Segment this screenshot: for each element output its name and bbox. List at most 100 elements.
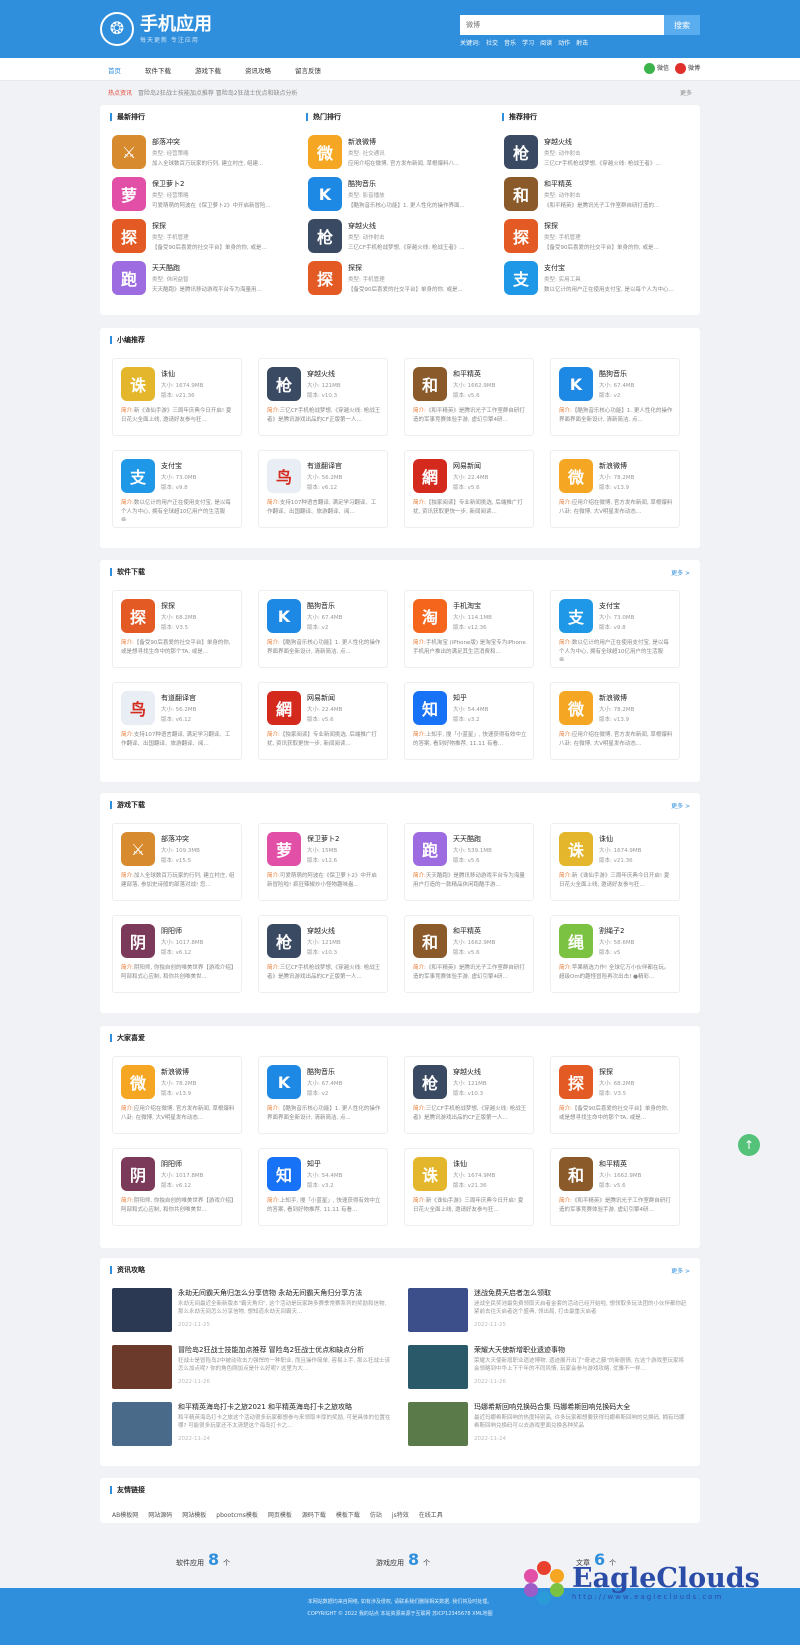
app-version: 版本: v5.6	[599, 1183, 626, 1189]
editor-picks-card: 小编推荐诛诛仙 大小: 1674.9MB 版本: v21.36 简介:新《诛仙手游》三…	[100, 328, 700, 548]
friend-link[interactable]: AB模板网	[112, 1510, 138, 1519]
ranking-item[interactable]: 支支付宝 类型: 实用工具 数以亿计的用户正在使用支付宝, 是以每个人为中心...	[504, 261, 686, 297]
friend-link[interactable]: 网页模板	[268, 1510, 292, 1519]
app-description-text: 加入全球数百万玩家的行列, 建立村庄, 组建部落, 参加史诗般的部落对战! 您.…	[121, 873, 235, 888]
app-card[interactable]: 跑天天酷跑 大小: 539.1MB 版本: v5.6 简介:天天酷跑》是腾讯移动游戏平…	[404, 823, 534, 901]
intro-label: 简介:	[121, 1198, 134, 1204]
news-title: 永劫无间霸天角归怎么分享信物 永劫无间霸天角归分享方法	[178, 1289, 363, 1297]
nav-item-software[interactable]: 软件下载	[145, 65, 171, 75]
friend-link[interactable]: 模板下载	[336, 1510, 360, 1519]
flame-logo-icon: ❂	[100, 12, 134, 46]
app-size: 大小: 539.1MB	[453, 848, 492, 854]
app-card[interactable]: 枪穿越火线 大小: 121MB 版本: v10.3 简介:三亿CF手机枪战梦想,《穿越…	[258, 358, 388, 436]
app-card[interactable]: 知知乎 大小: 54.4MB 版本: v3.2 简介:上知乎, 搜「小蓝星」, 快速获…	[404, 682, 534, 760]
app-card[interactable]: 和和平精英 大小: 1662.9MB 版本: v5.6 简介:《和平精英》是腾讯光子工…	[550, 1148, 680, 1226]
app-card[interactable]: 微新浪微博 大小: 78.2MB 版本: v13.9 简介:应用介绍在微博, 官方发布…	[112, 1056, 242, 1134]
friend-link[interactable]: pbootcms模板	[216, 1510, 258, 1519]
app-description-text: 三亿CF手机枪战梦想,《穿越火线: 枪战王者》是腾讯游戏出品的CF正版第一人..…	[267, 408, 381, 423]
app-card[interactable]: 知知乎 大小: 54.4MB 版本: v3.2 简介:上知乎, 搜「小蓝星」, 快速获…	[258, 1148, 388, 1226]
more-link[interactable]: 更多 >	[671, 568, 690, 577]
app-card[interactable]: 鸟有道翻译官 大小: 56.2MB 版本: v6.12 简介:支持107种语言翻译, …	[258, 450, 388, 528]
app-card[interactable]: 阴阴阳师 大小: 1017.8MB 版本: v6.12 简介:阴阳师, 你独自创的唯美…	[112, 1148, 242, 1226]
search-button[interactable]: 搜索	[664, 15, 700, 35]
more-link[interactable]: 更多 >	[671, 801, 690, 810]
app-card[interactable]: 诛诛仙 大小: 1674.9MB 版本: v21.36 简介:新《诛仙手游》三周年庆典…	[112, 358, 242, 436]
ranking-item[interactable]: 枪穿越火线 类型: 动作射击 三亿CF手机枪战梦想,《穿越火线: 枪战王者》...	[308, 219, 490, 255]
stat-unit: 个	[423, 1558, 431, 1567]
wechat-share[interactable]: 微信	[643, 63, 669, 74]
app-card[interactable]: 诛诛仙 大小: 1674.9MB 版本: v21.36 简介:新《诛仙手游》三周年庆典…	[404, 1148, 534, 1226]
app-card[interactable]: 支支付宝 大小: 73.0MB 版本: v9.8 简介:数以亿计的用户正在使用支付宝,…	[112, 450, 242, 528]
ranking-item[interactable]: 跑天天酷跑 类型: 休闲益智 天天酷跑》是腾讯移动游戏平台专为海量用...	[112, 261, 294, 297]
ranking-item[interactable]: 探探探 类型: 手机管理 【备受90后喜爱的社交平台】单身的你, 或是...	[504, 219, 686, 255]
app-icon: 和	[559, 1157, 593, 1191]
friend-link[interactable]: 仿站	[370, 1510, 382, 1519]
nav-item-home[interactable]: 首页	[108, 65, 121, 75]
friend-link[interactable]: 源码下载	[302, 1510, 326, 1519]
friend-link[interactable]: js特效	[392, 1510, 409, 1519]
app-card[interactable]: 绳割绳子2 大小: 58.6MB 版本: v5 简介:苹果精选力作! 全球亿万小伙伴都…	[550, 915, 680, 993]
app-card[interactable]: 網网易新闻 大小: 22.4MB 版本: v5.6 简介:【独家阅读】专业新闻挑选, …	[258, 682, 388, 760]
friend-link[interactable]: 在线工具	[419, 1510, 443, 1519]
ticker-more-link[interactable]: 更多	[680, 88, 692, 97]
ranking-item[interactable]: K 酷狗音乐 类型: 影音播放 【酷狗音乐核心功能】1. 更人性化的操作界面...	[308, 177, 490, 213]
ranking-item[interactable]: ⚔ 部落冲突 类型: 经营策略 加入全球数百万玩家的行列, 建立村庄, 组建...	[112, 135, 294, 171]
app-icon: 支	[559, 599, 593, 633]
ranking-item[interactable]: 枪穿越火线 类型: 动作射击 三亿CF手机枪战梦想,《穿越火线: 枪战王者》...	[504, 135, 686, 171]
ranking-item[interactable]: 微新浪微博 类型: 社交通讯 应用介绍在微博, 官方发布新闻, 草根爆料八...	[308, 135, 490, 171]
friend-link[interactable]: 网站源码	[148, 1510, 172, 1519]
keyword-link[interactable]: 音乐	[504, 38, 516, 47]
app-card[interactable]: 探探探 大小: 68.2MB 版本: V3.5 简介:【备受90后喜爱的社交平台】单身…	[550, 1056, 680, 1134]
app-card[interactable]: K 酷狗音乐 大小: 67.4MB 版本: v2 简介:【酷狗音乐核心功能】1. 更人性…	[258, 590, 388, 668]
ranking-item[interactable]: 萝保卫萝卜2 类型: 经营策略 可爱萌萌的阿波在《保卫萝卜2》中开启新冒险...	[112, 177, 294, 213]
app-card[interactable]: 支支付宝 大小: 73.0MB 版本: v9.8 简介:数以亿计的用户正在使用支付宝,…	[550, 590, 680, 668]
app-card[interactable]: K 酷狗音乐 大小: 67.4MB 版本: v2 简介:【酷狗音乐核心功能】1. 更人性…	[550, 358, 680, 436]
app-card[interactable]: 和和平精英 大小: 1662.9MB 版本: v5.6 简介:《和平精英》是腾讯光子工…	[404, 915, 534, 993]
app-card[interactable]: K 酷狗音乐 大小: 67.4MB 版本: v2 简介:【酷狗音乐核心功能】1. 更人性…	[258, 1056, 388, 1134]
ranking-item[interactable]: 探探探 类型: 手机管理 【备受90后喜爱的社交平台】单身的你, 或是...	[308, 261, 490, 297]
search-input[interactable]	[460, 15, 664, 35]
ticker-text[interactable]: 冒险岛2狂战士技能加点推荐 冒险岛2狂战士优点和缺点分析	[138, 88, 298, 97]
app-card[interactable]: 微新浪微博 大小: 78.2MB 版本: v13.9 简介:应用介绍在微博, 官方发布…	[550, 682, 680, 760]
weibo-share[interactable]: 微博	[674, 63, 700, 74]
ranking-item[interactable]: 和和平精英 类型: 动作射击 《和平精英》是腾讯光子工作室群自研打造的...	[504, 177, 686, 213]
app-version: 版本: v5.6	[453, 858, 480, 864]
news-item[interactable]: 玛娜希斯回响兑换码合集 玛娜希斯回响兑换码大全 最近玛娜希斯回响的热度特别高, 许…	[408, 1402, 688, 1448]
app-version: 版本: v6.12	[307, 485, 338, 491]
app-description-text: 新《诛仙手游》三周年庆典今日开启! 夏日花火全面上线, 邀请好友参与狂...	[121, 408, 232, 423]
app-card[interactable]: ⚔ 部落冲突 大小: 109.3MB 版本: v15.5 简介:加入全球数百万玩家的行列…	[112, 823, 242, 901]
app-card[interactable]: 網网易新闻 大小: 22.4MB 版本: v5.6 简介:【独家阅读】专业新闻挑选, …	[404, 450, 534, 528]
app-card[interactable]: 枪穿越火线 大小: 121MB 版本: v10.3 简介:三亿CF手机枪战梦想,《穿越…	[404, 1056, 534, 1134]
keyword-link[interactable]: 射击	[576, 38, 588, 47]
keyword-link[interactable]: 阅读	[540, 38, 552, 47]
news-item[interactable]: 迷战免费天启者怎么领取 迷战全民奖池最免费领取天启者金套的活动已经开始啦, 想领取…	[408, 1288, 688, 1334]
news-item[interactable]: 荣耀大天使新增职业遗迹事物 荣耀大天使新增职业遗迹博物, 遗迹展开出了"奇迹之藤"…	[408, 1345, 688, 1391]
friend-link[interactable]: 网站模板	[182, 1510, 206, 1519]
app-card[interactable]: 和和平精英 大小: 1662.9MB 版本: v5.6 简介:《和平精英》是腾讯光子工…	[404, 358, 534, 436]
more-link[interactable]: 更多 >	[671, 1266, 690, 1275]
nav-item-games[interactable]: 游戏下载	[195, 65, 221, 75]
app-card[interactable]: 淘手机淘宝 大小: 114.1MB 版本: v12.36 简介:手机淘宝 (iPhon…	[404, 590, 534, 668]
app-card[interactable]: 萝保卫萝卜2 大小: 15MB 版本: v12.6 简介:可爱萌萌的阿波在《保卫萝卜2…	[258, 823, 388, 901]
games-card: 游戏下载 更多 > ⚔ 部落冲突 大小: 109.3MB 版本: v15.5 简介:加入全球…	[100, 793, 700, 1013]
news-item[interactable]: 冒险岛2狂战士技能加点推荐 冒险岛2狂战士优点和缺点分析 狂战士是冒险岛2中被动攻…	[112, 1345, 392, 1391]
news-item[interactable]: 永劫无间霸天角归怎么分享信物 永劫无间霸天角归分享方法 永劫无间最近全新新版本"霸…	[112, 1288, 392, 1334]
news-item[interactable]: 和平精英海岛打卡之旅2021 和平精英海岛打卡之旅攻略 和平精英海岛打卡之旅这个活…	[112, 1402, 392, 1448]
app-card[interactable]: 鸟有道翻译官 大小: 56.2MB 版本: v6.12 简介:支持107种语言翻译, …	[112, 682, 242, 760]
app-name: 穿越火线	[453, 1068, 481, 1076]
nav-item-feedback[interactable]: 留言反馈	[295, 65, 321, 75]
app-card[interactable]: 微新浪微博 大小: 78.2MB 版本: v13.9 简介:应用介绍在微博, 官方发布…	[550, 450, 680, 528]
keyword-link[interactable]: 学习	[522, 38, 534, 47]
app-card[interactable]: 探探探 大小: 68.2MB 版本: V3.5 简介:【备受90后喜爱的社交平台】单身…	[112, 590, 242, 668]
keyword-link[interactable]: 社交	[486, 38, 498, 47]
app-card[interactable]: 阴阴阳师 大小: 1017.8MB 版本: v6.12 简介:阴阳师, 你独自创的唯美…	[112, 915, 242, 993]
app-card[interactable]: 枪穿越火线 大小: 121MB 版本: v10.3 简介:三亿CF手机枪战梦想,《穿越…	[258, 915, 388, 993]
app-name: 知乎	[453, 694, 467, 702]
nav-item-news[interactable]: 资讯攻略	[245, 65, 271, 75]
ranking-item[interactable]: 探探探 类型: 手机管理 【备受90后喜爱的社交平台】单身的你, 或是...	[112, 219, 294, 255]
app-name: 诛仙	[599, 835, 613, 843]
back-to-top-button[interactable]: ↑	[738, 1134, 760, 1156]
app-card[interactable]: 诛诛仙 大小: 1674.9MB 版本: v21.36 简介:新《诛仙手游》三周年庆典…	[550, 823, 680, 901]
logo[interactable]: ❂ 手机应用 每天更新 专注应用	[100, 12, 212, 46]
keyword-link[interactable]: 动作	[558, 38, 570, 47]
